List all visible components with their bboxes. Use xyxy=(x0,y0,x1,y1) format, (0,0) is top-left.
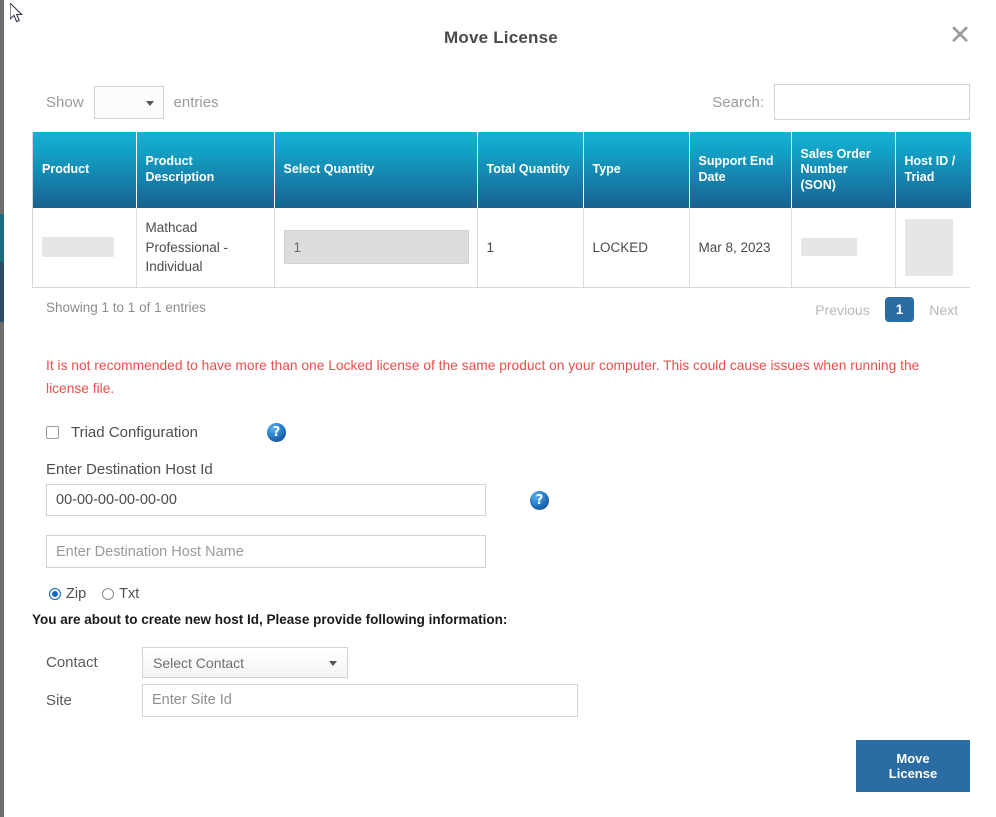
destination-host-id-input[interactable] xyxy=(46,484,486,516)
table-row: Mathcad Professional - Individual 1 LOCK… xyxy=(33,208,971,287)
cell-host-id-triad xyxy=(895,208,971,287)
license-table-container: Product Product Description Select Quant… xyxy=(32,132,970,288)
triad-help-icon[interactable]: ? xyxy=(267,423,286,442)
column-header-support-end-date[interactable]: Support End Date xyxy=(689,132,791,208)
chevron-down-icon xyxy=(146,101,154,106)
redacted-son-value xyxy=(801,238,857,256)
show-label: Show xyxy=(46,94,84,111)
entries-label: entries xyxy=(174,94,219,111)
contact-row: Contact Select Contact xyxy=(46,643,970,681)
destination-host-id-label: Enter Destination Host Id xyxy=(46,461,970,478)
radio-zip-label: Zip xyxy=(66,586,86,602)
column-header-type[interactable]: Type xyxy=(583,132,689,208)
table-controls: Show entries Search: xyxy=(32,78,970,128)
radio-option-zip[interactable]: Zip xyxy=(49,586,86,602)
pagination-previous-button[interactable]: Previous xyxy=(805,296,879,324)
warning-message: It is not recommended to have more than … xyxy=(32,354,962,401)
create-host-note: You are about to create new host Id, Ple… xyxy=(32,612,970,627)
site-id-input[interactable] xyxy=(142,684,578,717)
move-license-button[interactable]: Move License xyxy=(856,740,970,792)
triad-configuration-row: Triad Configuration ? xyxy=(46,417,970,447)
close-icon[interactable]: ✕ xyxy=(946,23,974,51)
search-control: Search: xyxy=(712,84,970,120)
radio-txt-label: Txt xyxy=(119,586,139,602)
form-actions: Move License xyxy=(856,740,970,792)
cell-type: LOCKED xyxy=(583,208,689,287)
redacted-host-id-value xyxy=(905,219,953,276)
column-header-select-quantity[interactable]: Select Quantity xyxy=(274,132,477,208)
triad-configuration-label: Triad Configuration xyxy=(71,424,198,441)
column-header-sales-order-number[interactable]: Sales Order Number (SON) xyxy=(791,132,895,208)
destination-host-name-input[interactable] xyxy=(46,535,486,568)
radio-txt-indicator[interactable] xyxy=(102,588,114,600)
pagination: Showing 1 to 1 of 1 entries Previous 1 N… xyxy=(32,288,970,332)
host-id-help-icon[interactable]: ? xyxy=(530,491,549,510)
site-row: Site xyxy=(46,681,970,719)
chevron-down-icon xyxy=(329,661,337,666)
page-length-select[interactable] xyxy=(94,86,164,119)
radio-zip-indicator[interactable] xyxy=(49,588,61,600)
file-format-radio-group: Zip Txt xyxy=(49,586,970,602)
pagination-info: Showing 1 to 1 of 1 entries xyxy=(46,300,206,315)
redacted-product-value xyxy=(42,237,114,257)
move-license-dialog: Move License ✕ Show entries Search: xyxy=(6,0,996,817)
contact-site-section: Contact Select Contact Site xyxy=(46,643,970,719)
destination-host-id-row: ? xyxy=(46,484,970,516)
cell-support-end-date: Mar 8, 2023 xyxy=(689,208,791,287)
search-label: Search: xyxy=(712,94,764,111)
move-license-form: Triad Configuration ? Enter Destination … xyxy=(32,417,970,719)
pagination-page-1-button[interactable]: 1 xyxy=(885,297,915,322)
contact-label: Contact xyxy=(46,654,128,671)
column-header-product[interactable]: Product xyxy=(33,132,136,208)
pagination-next-button[interactable]: Next xyxy=(919,296,968,324)
search-input[interactable] xyxy=(774,84,970,120)
column-header-host-id-triad[interactable]: Host ID / Triad xyxy=(895,132,971,208)
column-header-product-description[interactable]: Product Description xyxy=(136,132,274,208)
cell-sales-order-number xyxy=(791,208,895,287)
quantity-input[interactable] xyxy=(284,230,469,264)
cell-select-quantity xyxy=(274,208,477,287)
contact-select[interactable]: Select Contact xyxy=(142,647,348,678)
contact-select-value: Select Contact xyxy=(153,655,244,671)
page-title: Move License xyxy=(6,28,996,48)
cell-product-description: Mathcad Professional - Individual xyxy=(136,208,274,287)
radio-option-txt[interactable]: Txt xyxy=(102,586,139,602)
cell-total-quantity: 1 xyxy=(477,208,583,287)
column-header-total-quantity[interactable]: Total Quantity xyxy=(477,132,583,208)
destination-host-name-row xyxy=(46,535,970,568)
site-label: Site xyxy=(46,692,128,709)
triad-configuration-checkbox[interactable] xyxy=(46,426,59,439)
page-length-control: Show entries xyxy=(46,86,219,119)
cell-product xyxy=(33,208,136,287)
license-table: Product Product Description Select Quant… xyxy=(33,132,971,287)
dialog-header: Move License ✕ xyxy=(6,0,996,78)
table-header-row: Product Product Description Select Quant… xyxy=(33,132,971,208)
pagination-controls: Previous 1 Next xyxy=(805,296,968,324)
